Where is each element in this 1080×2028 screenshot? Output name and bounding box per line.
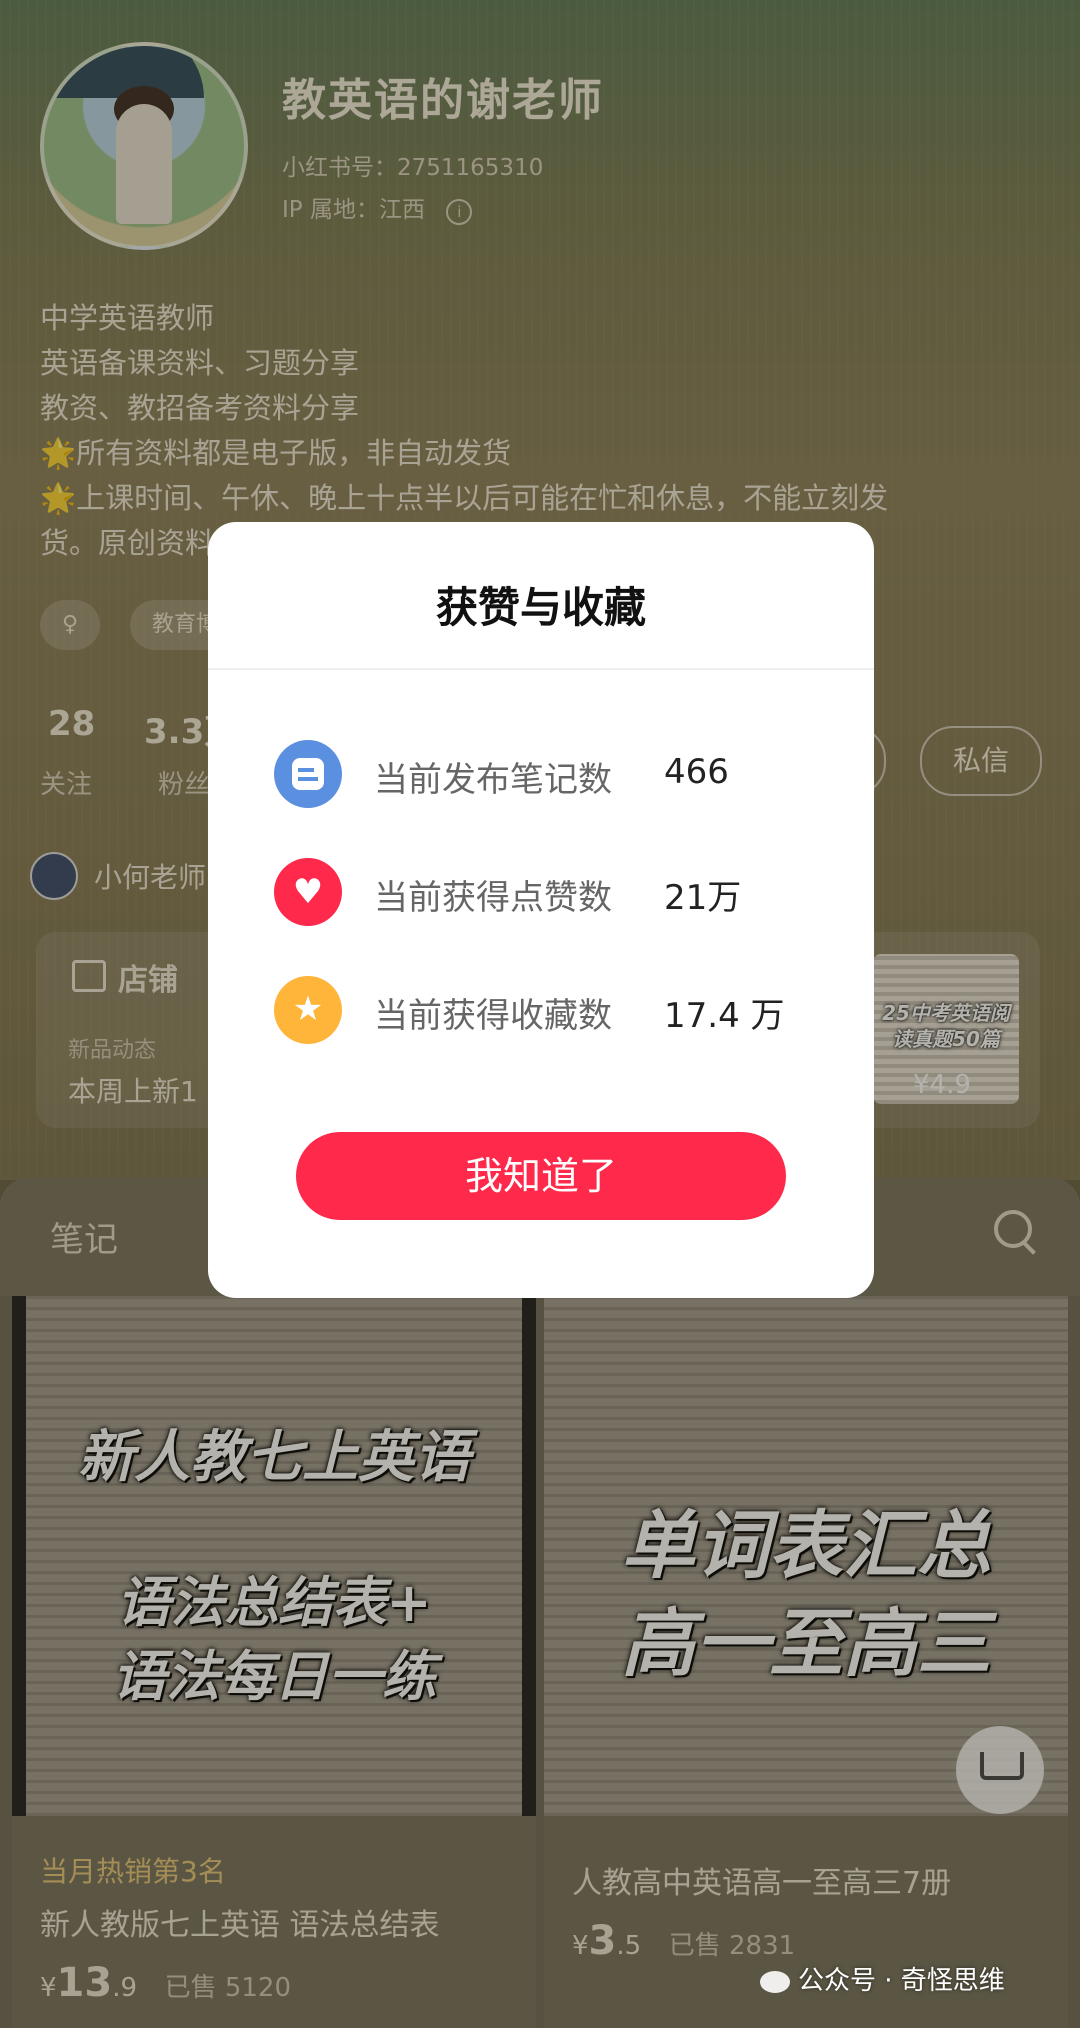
got-it-button[interactable]: 我知道了 bbox=[296, 1132, 786, 1220]
collections-count-label: 当前获得收藏数 bbox=[374, 996, 612, 1036]
wechat-icon bbox=[760, 1970, 790, 1993]
dialog-divider bbox=[208, 668, 874, 670]
star-icon: ★ bbox=[274, 976, 342, 1044]
notes-count-value: 466 bbox=[664, 752, 729, 792]
likes-collections-dialog: 获赞与收藏 当前发布笔记数 466 ♥ 当前获得点赞数 21万 ★ 当前获得收藏… bbox=[208, 522, 874, 1298]
likes-count-label: 当前获得点赞数 bbox=[374, 878, 612, 918]
watermark: 公众号 · 奇怪思维 bbox=[760, 1960, 1005, 1997]
note-icon bbox=[274, 740, 342, 808]
watermark-text: 公众号 · 奇怪思维 bbox=[798, 1966, 1005, 1996]
notes-count-label: 当前发布笔记数 bbox=[374, 760, 612, 800]
heart-icon: ♥ bbox=[274, 858, 342, 926]
collections-count-value: 17.4 万 bbox=[664, 996, 785, 1036]
dialog-title: 获赞与收藏 bbox=[435, 583, 646, 632]
likes-count-value: 21万 bbox=[664, 878, 742, 918]
